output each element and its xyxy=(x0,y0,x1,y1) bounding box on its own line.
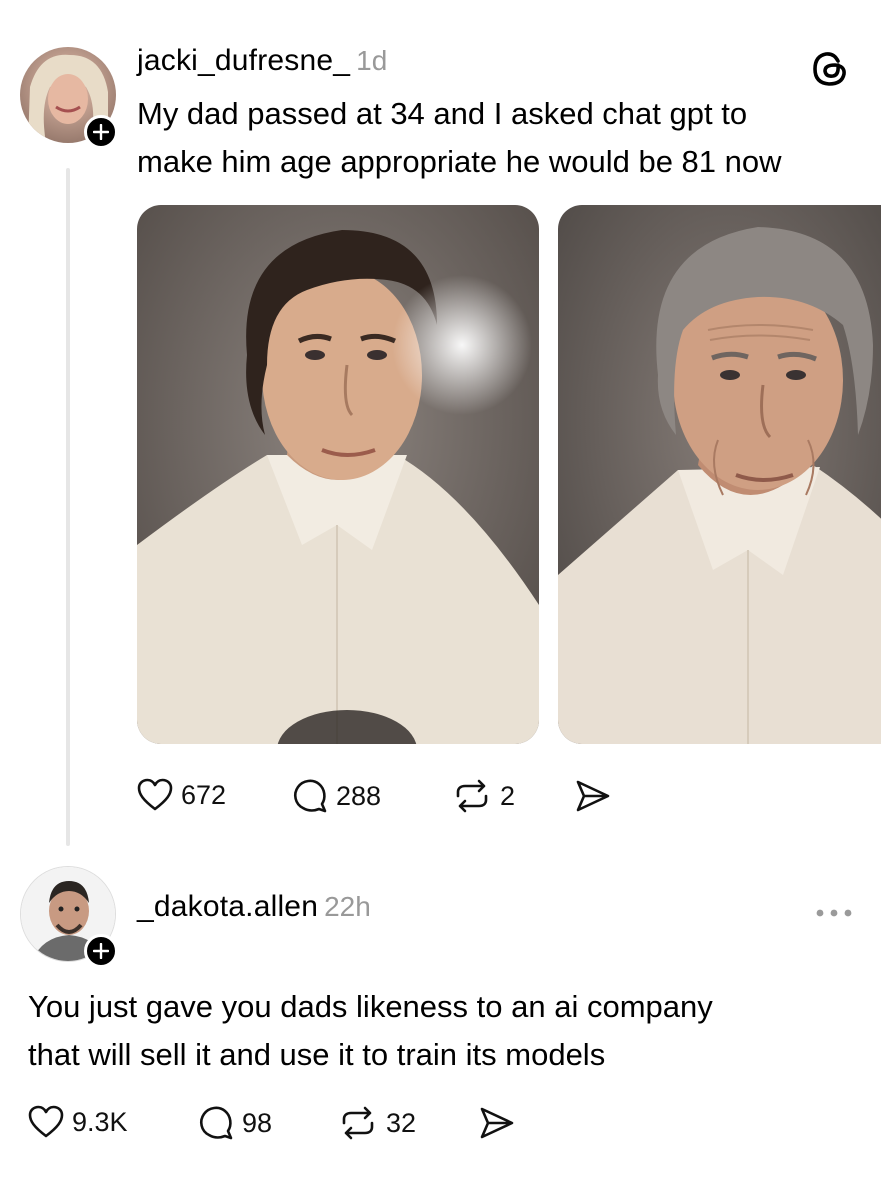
repost-count: 2 xyxy=(500,780,516,811)
reply-reply-count: 98 xyxy=(242,1107,273,1138)
reply-header: _dakota.allen 22h xyxy=(137,890,371,930)
send-icon xyxy=(576,780,610,812)
reply-username[interactable]: _dakota.allen xyxy=(137,890,318,924)
post-username[interactable]: jacki_dufresne_ xyxy=(137,44,350,78)
repost-icon xyxy=(342,1106,374,1140)
reply-count: 288 xyxy=(336,780,382,811)
threads-logo-icon[interactable] xyxy=(808,47,852,91)
reply-text-line-1: You just gave you dads likeness to an ai… xyxy=(28,989,713,1024)
reply-repost-button[interactable]: 32 xyxy=(338,1105,416,1141)
post-time: 1d xyxy=(356,45,388,76)
reply-text-line-2: that will sell it and use it to train it… xyxy=(28,1037,606,1072)
more-options-icon[interactable] xyxy=(814,906,854,918)
reply-repost-count: 32 xyxy=(386,1107,417,1138)
share-button[interactable] xyxy=(574,778,620,814)
repost-icon xyxy=(456,779,488,813)
reply-time: 22h xyxy=(324,891,371,922)
follow-plus-icon[interactable] xyxy=(84,115,118,149)
comment-bubble-icon xyxy=(199,1106,233,1140)
reply-button[interactable]: 288 xyxy=(292,778,381,814)
reply-like-count: 9.3K xyxy=(72,1106,128,1137)
send-icon xyxy=(480,1107,514,1139)
repost-button[interactable]: 2 xyxy=(452,778,515,814)
reply-reply-button[interactable]: 98 xyxy=(198,1105,272,1141)
reply-share-button[interactable] xyxy=(478,1105,524,1141)
heart-icon xyxy=(28,1105,64,1138)
post-header: jacki_dufresne_ 1d xyxy=(137,44,387,84)
post-text-line-2: make him age appropriate he would be 81 … xyxy=(137,144,782,179)
like-count: 672 xyxy=(181,779,227,810)
reply-body: You just gave you dads likeness to an ai… xyxy=(28,983,868,1079)
post-body: My dad passed at 34 and I asked chat gpt… xyxy=(137,90,867,186)
like-button[interactable]: 672 xyxy=(137,778,226,812)
photo-original[interactable] xyxy=(137,205,539,744)
comment-bubble-icon xyxy=(293,779,327,813)
heart-icon xyxy=(137,778,173,811)
thread-connector-line xyxy=(66,168,70,846)
post-text-line-1: My dad passed at 34 and I asked chat gpt… xyxy=(137,96,748,131)
follow-plus-icon[interactable] xyxy=(84,934,118,968)
photo-aged[interactable] xyxy=(558,205,881,744)
reply-like-button[interactable]: 9.3K xyxy=(28,1105,128,1139)
